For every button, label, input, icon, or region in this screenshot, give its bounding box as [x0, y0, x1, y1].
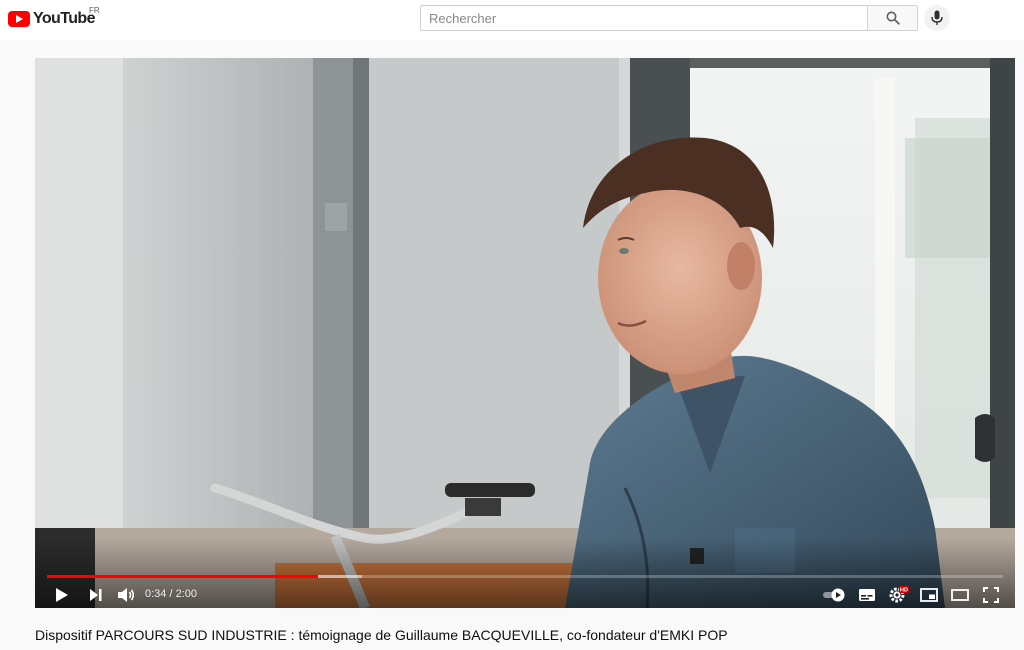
miniplayer-icon [920, 588, 938, 602]
search-icon [886, 11, 900, 25]
video-frame [35, 58, 1015, 608]
settings-button[interactable]: HD [887, 584, 911, 606]
autoplay-toggle-icon [823, 588, 845, 602]
fullscreen-icon [983, 587, 999, 603]
search-box [420, 5, 918, 31]
logo-text: YouTube [33, 10, 95, 27]
autoplay-toggle[interactable] [821, 584, 847, 606]
duration: 2:00 [175, 588, 198, 600]
youtube-logo-icon [8, 11, 30, 27]
next-icon [90, 589, 102, 601]
video-title: Dispositif PARCOURS SUD INDUSTRIE : témo… [35, 627, 728, 643]
play-button[interactable] [51, 584, 73, 606]
subtitles-icon [859, 589, 875, 601]
search-button[interactable] [867, 5, 918, 31]
progress-bar[interactable] [47, 575, 1003, 578]
volume-icon [118, 588, 135, 602]
theater-mode-button[interactable] [948, 584, 972, 606]
hd-badge-label: HD [900, 588, 908, 594]
progress-played [47, 575, 318, 578]
video-player[interactable]: 0:34 / 2:00 HD [35, 58, 1015, 608]
search-input[interactable] [420, 5, 867, 31]
voice-search-button[interactable] [924, 5, 950, 31]
microphone-icon [931, 10, 943, 25]
country-code: FR [89, 6, 100, 15]
mute-button[interactable] [115, 584, 137, 606]
next-button[interactable] [85, 584, 107, 606]
current-time: 0:34 [145, 588, 167, 600]
play-icon [56, 588, 68, 602]
miniplayer-button[interactable] [917, 584, 941, 606]
theater-mode-icon [951, 589, 969, 601]
gear-icon: HD [889, 586, 909, 603]
masthead: YouTube FR [0, 0, 1024, 40]
time-display: 0:34 / 2:00 [145, 588, 197, 600]
youtube-logo[interactable]: YouTube FR [8, 6, 100, 30]
fullscreen-button[interactable] [979, 584, 1003, 606]
subtitles-button[interactable] [855, 584, 879, 606]
